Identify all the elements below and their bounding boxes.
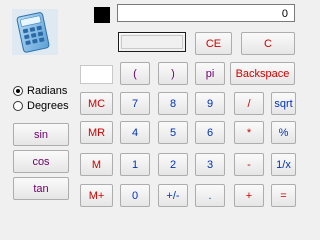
tan-button[interactable]: tan: [13, 177, 69, 200]
sin-button[interactable]: sin: [13, 123, 69, 146]
reciprocal-button[interactable]: 1/x: [271, 153, 296, 176]
calculator-icon: [11, 8, 59, 56]
add-button[interactable]: +: [234, 184, 264, 207]
radio-degrees-indicator[interactable]: [13, 101, 23, 111]
equals-button[interactable]: =: [271, 184, 296, 207]
mr-button[interactable]: MR: [80, 121, 113, 144]
digit-7-button[interactable]: 7: [120, 92, 150, 115]
radio-radians-indicator[interactable]: [13, 86, 23, 96]
digit-3-button[interactable]: 3: [195, 153, 225, 176]
multiply-button[interactable]: *: [234, 121, 264, 144]
divide-button[interactable]: /: [234, 92, 264, 115]
clear-button[interactable]: C: [241, 32, 295, 55]
ce-button[interactable]: CE: [195, 32, 232, 55]
color-swatch[interactable]: [94, 7, 110, 23]
close-paren-button[interactable]: ): [158, 62, 188, 85]
digit-5-button[interactable]: 5: [158, 121, 188, 144]
pi-button[interactable]: pi: [195, 62, 225, 85]
radio-radians-label: Radians: [27, 85, 68, 97]
negate-button[interactable]: +/-: [158, 184, 188, 207]
percent-button[interactable]: %: [271, 121, 296, 144]
digit-4-button[interactable]: 4: [120, 121, 150, 144]
radio-degrees-label: Degrees: [27, 100, 69, 112]
digit-9-button[interactable]: 9: [195, 92, 225, 115]
display-field[interactable]: 0: [117, 4, 295, 22]
digit-6-button[interactable]: 6: [195, 121, 225, 144]
mc-button[interactable]: MC: [80, 92, 113, 115]
cos-button[interactable]: cos: [13, 150, 69, 173]
digit-2-button[interactable]: 2: [158, 153, 188, 176]
memory-indicator: [118, 32, 186, 52]
blank-indicator: [80, 65, 113, 84]
open-paren-button[interactable]: (: [120, 62, 150, 85]
radio-radians[interactable]: Radians: [13, 85, 67, 97]
digit-0-button[interactable]: 0: [120, 184, 150, 207]
radio-degrees[interactable]: Degrees: [13, 100, 69, 112]
m-button[interactable]: M: [80, 153, 113, 176]
sqrt-button[interactable]: sqrt: [271, 92, 296, 115]
digit-1-button[interactable]: 1: [120, 153, 150, 176]
decimal-button[interactable]: .: [195, 184, 225, 207]
m-plus-button[interactable]: M+: [80, 184, 113, 207]
backspace-button[interactable]: Backspace: [230, 62, 295, 85]
subtract-button[interactable]: -: [234, 153, 264, 176]
digit-8-button[interactable]: 8: [158, 92, 188, 115]
